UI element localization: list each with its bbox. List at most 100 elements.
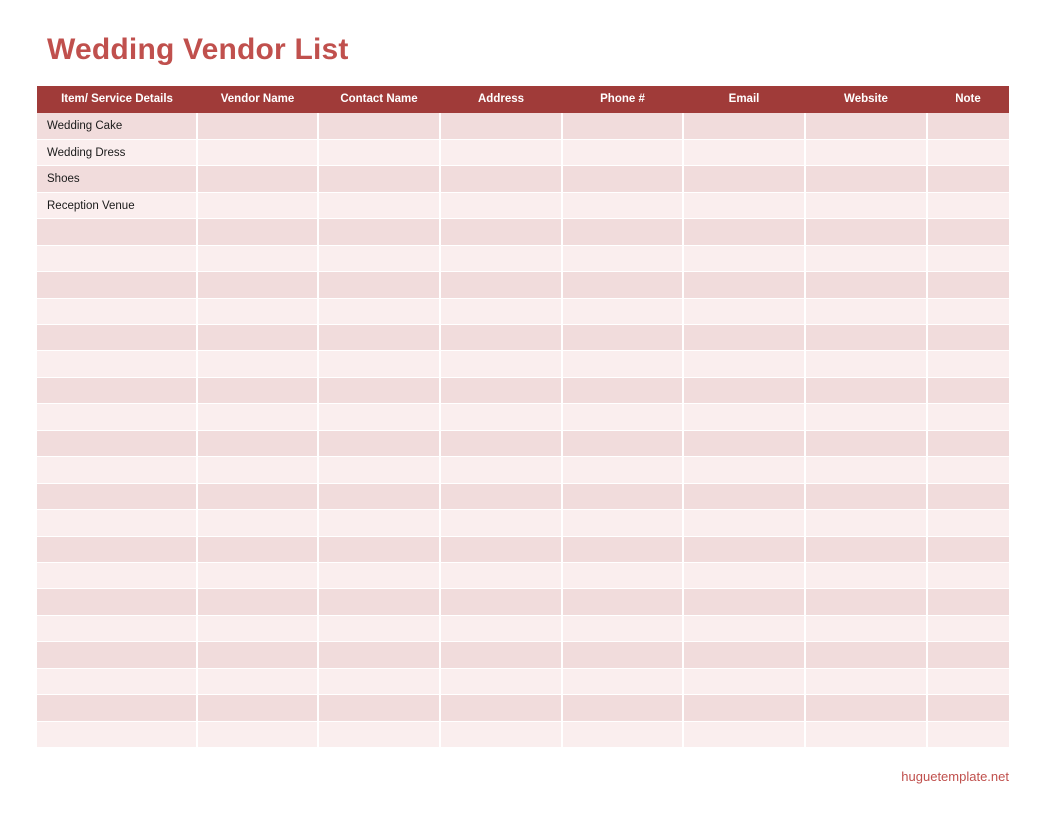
table-cell[interactable] [683, 324, 806, 352]
table-cell[interactable] [927, 430, 1009, 458]
footer-website-link[interactable]: huguetemplate.net [901, 769, 1009, 784]
table-cell[interactable] [683, 721, 806, 749]
table-cell[interactable] [805, 271, 928, 299]
table-cell[interactable] [37, 350, 198, 378]
table-cell[interactable] [805, 113, 928, 140]
table-cell[interactable] [197, 403, 319, 431]
column-header-6[interactable]: Website [805, 86, 927, 113]
table-cell[interactable] [562, 562, 684, 590]
table-cell[interactable] [440, 668, 563, 696]
table-cell[interactable] [927, 483, 1009, 511]
table-cell[interactable] [318, 165, 441, 193]
table-cell[interactable] [197, 113, 319, 140]
table-cell[interactable] [318, 721, 441, 749]
table-cell[interactable] [440, 536, 563, 563]
table-cell[interactable] [927, 271, 1009, 299]
table-cell[interactable] [927, 721, 1009, 749]
table-cell[interactable] [683, 403, 806, 431]
table-cell[interactable] [440, 721, 563, 749]
table-cell[interactable] [562, 430, 684, 458]
table-cell[interactable] [197, 615, 319, 643]
table-cell[interactable] [197, 483, 319, 511]
table-cell[interactable] [927, 694, 1009, 722]
table-cell[interactable] [197, 165, 319, 193]
table-cell[interactable] [440, 588, 563, 616]
table-cell[interactable] [927, 641, 1009, 669]
table-cell[interactable] [683, 218, 806, 246]
table-cell[interactable] [562, 165, 684, 193]
table-cell[interactable] [440, 377, 563, 405]
table-cell[interactable] [927, 298, 1009, 326]
table-cell[interactable] [927, 192, 1009, 220]
table-cell[interactable] [37, 721, 198, 749]
table-cell[interactable] [805, 165, 928, 193]
table-cell[interactable] [37, 456, 198, 484]
table-cell[interactable] [805, 218, 928, 246]
table-cell[interactable] [683, 509, 806, 537]
table-cell[interactable] [562, 192, 684, 220]
table-cell[interactable] [683, 588, 806, 616]
table-cell[interactable] [805, 641, 928, 669]
table-cell[interactable] [318, 694, 441, 722]
table-cell[interactable] [440, 192, 563, 220]
table-cell[interactable] [318, 403, 441, 431]
table-cell[interactable] [440, 403, 563, 431]
table-cell[interactable] [683, 615, 806, 643]
table-cell[interactable] [318, 218, 441, 246]
table-cell[interactable] [440, 139, 563, 167]
table-cell[interactable]: Wedding Cake [37, 113, 198, 140]
table-cell[interactable] [805, 377, 928, 405]
table-cell[interactable] [562, 403, 684, 431]
table-cell[interactable] [440, 298, 563, 326]
table-cell[interactable] [805, 536, 928, 563]
table-cell[interactable] [197, 350, 319, 378]
table-cell[interactable] [318, 192, 441, 220]
table-cell[interactable] [197, 641, 319, 669]
table-cell[interactable] [683, 350, 806, 378]
table-cell[interactable] [927, 456, 1009, 484]
table-cell[interactable] [37, 562, 198, 590]
table-cell[interactable] [927, 588, 1009, 616]
table-cell[interactable] [562, 694, 684, 722]
table-cell[interactable] [197, 588, 319, 616]
table-cell[interactable] [683, 298, 806, 326]
table-cell[interactable] [805, 245, 928, 273]
table-cell[interactable] [197, 509, 319, 537]
table-cell[interactable] [805, 456, 928, 484]
table-cell[interactable] [805, 721, 928, 749]
table-cell[interactable] [562, 245, 684, 273]
table-cell[interactable] [927, 615, 1009, 643]
table-cell[interactable] [318, 483, 441, 511]
table-cell[interactable] [318, 377, 441, 405]
table-cell[interactable] [562, 588, 684, 616]
table-cell[interactable] [440, 218, 563, 246]
table-cell[interactable] [37, 668, 198, 696]
table-cell[interactable] [927, 403, 1009, 431]
table-cell[interactable] [440, 165, 563, 193]
table-cell[interactable] [683, 562, 806, 590]
table-cell[interactable] [562, 298, 684, 326]
table-cell[interactable] [197, 430, 319, 458]
table-cell[interactable] [37, 218, 198, 246]
table-cell[interactable] [440, 615, 563, 643]
table-cell[interactable] [562, 483, 684, 511]
table-cell[interactable] [927, 218, 1009, 246]
table-cell[interactable] [197, 721, 319, 749]
table-cell[interactable] [318, 245, 441, 273]
table-cell[interactable] [683, 536, 806, 563]
table-cell[interactable] [683, 165, 806, 193]
table-cell[interactable] [683, 456, 806, 484]
table-cell[interactable] [318, 271, 441, 299]
table-cell[interactable] [927, 668, 1009, 696]
table-cell[interactable] [318, 562, 441, 590]
table-cell[interactable] [562, 271, 684, 299]
table-cell[interactable] [927, 350, 1009, 378]
table-cell[interactable] [927, 536, 1009, 563]
table-cell[interactable] [927, 139, 1009, 167]
table-cell[interactable] [318, 324, 441, 352]
table-cell[interactable] [683, 694, 806, 722]
table-cell[interactable] [927, 509, 1009, 537]
table-cell[interactable] [805, 668, 928, 696]
table-cell[interactable] [562, 350, 684, 378]
table-cell[interactable] [562, 615, 684, 643]
